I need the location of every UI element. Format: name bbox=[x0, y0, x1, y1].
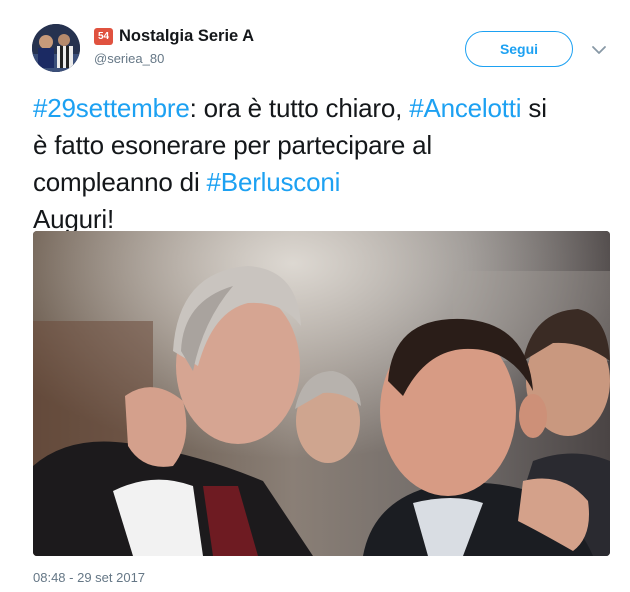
tweet-text-segment: compleanno di bbox=[33, 167, 207, 197]
account-handle[interactable]: @seriea_80 bbox=[94, 51, 164, 66]
avatar[interactable] bbox=[32, 24, 80, 72]
tweet-card: 54 Nostalgia Serie A @seriea_80 Segui #2… bbox=[0, 0, 630, 592]
chevron-down-icon[interactable] bbox=[588, 41, 610, 59]
tweet-timestamp[interactable]: 08:48 - 29 set 2017 bbox=[33, 570, 145, 585]
tweet-line-1: #29settembre: ora è tutto chiaro, #Ancel… bbox=[33, 90, 618, 127]
tweet-text-segment: : ora è tutto chiaro, bbox=[189, 93, 410, 123]
display-name[interactable]: Nostalgia Serie A bbox=[119, 27, 254, 46]
tweet-line-2: è fatto esonerare per partecipare al bbox=[33, 127, 618, 164]
tweet-text-segment: si bbox=[521, 93, 547, 123]
hashtag-link[interactable]: #Ancelotti bbox=[409, 93, 521, 123]
tweet-text-segment: è fatto esonerare per partecipare al bbox=[33, 130, 432, 160]
follow-button[interactable]: Segui bbox=[465, 31, 573, 67]
tweet-line-3: compleanno di #Berlusconi bbox=[33, 164, 618, 201]
hashtag-link[interactable]: #29settembre bbox=[33, 93, 190, 123]
tweet-photo[interactable] bbox=[33, 231, 610, 556]
hashtag-link[interactable]: #Berlusconi bbox=[207, 167, 341, 197]
account-name-row: 54 Nostalgia Serie A bbox=[94, 27, 254, 46]
tweet-text-segment: Auguri! bbox=[33, 204, 114, 234]
tweet-text: #29settembre: ora è tutto chiaro, #Ancel… bbox=[33, 90, 618, 238]
account-badge: 54 bbox=[94, 28, 113, 45]
